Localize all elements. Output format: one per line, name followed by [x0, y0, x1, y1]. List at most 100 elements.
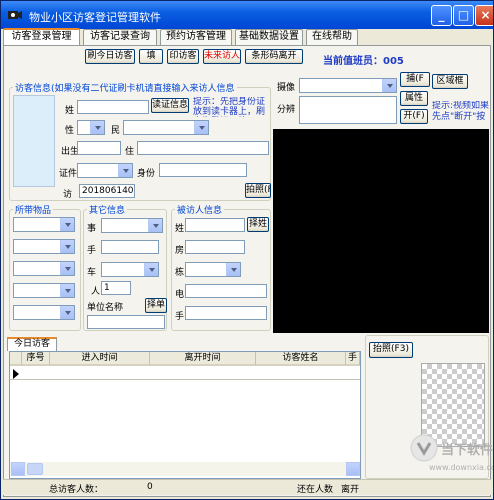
name-label: 姓 [65, 106, 75, 116]
present-count-label: 还在人数 [297, 485, 334, 495]
camera-preview [273, 129, 489, 333]
camera-device-label: 摄像 [277, 83, 296, 93]
grid-horizontal-scrollbar[interactable] [10, 462, 360, 476]
minimize-icon: _ [438, 8, 445, 22]
host-phone-input[interactable] [185, 284, 267, 298]
col-leave-time[interactable]: 离开时间 [150, 352, 256, 366]
host-mobile-input[interactable] [185, 306, 267, 320]
maximize-icon: □ [457, 8, 470, 22]
scroll-right-button[interactable] [346, 462, 360, 476]
photo-button[interactable]: 拍照(F [245, 183, 271, 198]
fill-button[interactable]: 填 [139, 49, 163, 64]
capture-button[interactable]: 捕(F [400, 72, 430, 87]
building-label: 栋 [175, 268, 185, 278]
main-tabs: 访客登录管理 访客记录查询 预约访客管理 基础数据设置 在线帮助 [3, 28, 493, 45]
room-label: 房 [175, 246, 185, 256]
tab-visitor-login[interactable]: 访客登录管理 [3, 28, 80, 45]
camera-device-select[interactable] [299, 78, 397, 93]
other-info-title: 其它信息 [87, 203, 128, 216]
visit-no-label: 访 [63, 190, 73, 200]
name-input[interactable] [77, 100, 149, 114]
visitor-phone-label: 手 [87, 246, 97, 256]
resolution-list[interactable] [299, 96, 397, 124]
camera-hint: 提示:视频如果 先点"断开"按 [432, 101, 490, 122]
barcode-leave-button[interactable]: 条形码离开 [245, 49, 303, 64]
watermark-logo [410, 434, 438, 462]
col-visitor-name[interactable]: 访客姓名 [256, 352, 346, 366]
watermark-url: www.downxia.com [429, 463, 493, 472]
belonging-select-4[interactable] [13, 283, 75, 298]
grid-corner [10, 352, 22, 366]
host-info-title: 被访人信息 [175, 203, 225, 216]
properties-button[interactable]: 属性 [400, 91, 428, 106]
count-input[interactable]: 1 [101, 281, 131, 295]
scroll-thumb[interactable] [27, 463, 43, 475]
snapshot-button[interactable]: 抬照(F3) [369, 342, 413, 358]
main-window: 物业小区访客登记管理软件 _ □ × 访客登录管理 访客记录查询 预约访客管理 … [0, 0, 494, 500]
select-org-button[interactable]: 择单 [145, 298, 167, 313]
leave-count-label: 离开 [341, 485, 360, 495]
cert-type-select[interactable] [77, 163, 133, 178]
col-seq[interactable]: 序号 [22, 352, 50, 366]
plate-label: 车 [87, 268, 97, 278]
room-input[interactable] [185, 240, 245, 254]
belongings-title: 所带物品 [13, 203, 54, 216]
tab-help[interactable]: 在线帮助 [306, 29, 358, 45]
camera-icon [8, 11, 22, 19]
area-frame-button[interactable]: 区域框 [432, 74, 468, 89]
not-arrived-button[interactable]: 未来访人 [203, 49, 241, 64]
col-mobile[interactable]: 手 [346, 352, 360, 366]
close-icon: × [480, 8, 491, 22]
maximize-button[interactable]: □ [453, 5, 474, 26]
visitor-photo [13, 95, 55, 187]
host-mobile-label: 手 [175, 312, 185, 322]
nation-select[interactable] [123, 120, 209, 135]
address-label: 住 [125, 147, 135, 157]
cert-label: 证件 [59, 169, 78, 179]
on-duty-label: 当前值班员：005 [323, 56, 404, 67]
id-card-hint: 提示：先把身份证放到读卡器上，刷卡为登记，第二 [193, 97, 266, 117]
resolution-label: 分辨 [277, 105, 296, 115]
belonging-select-1[interactable] [13, 217, 75, 232]
org-input[interactable] [87, 315, 165, 329]
belonging-select-3[interactable] [13, 261, 75, 276]
print-visitor-button[interactable]: 印访客 [167, 49, 199, 64]
read-id-button[interactable]: 读证信息 [151, 98, 189, 113]
visitor-phone-input[interactable] [101, 240, 159, 254]
title-bar: 物业小区访客登记管理软件 _ □ × [1, 1, 493, 29]
id-number-input[interactable] [159, 163, 247, 177]
open-camera-button[interactable]: 开(F) [400, 109, 428, 124]
host-name-input[interactable] [185, 218, 245, 232]
scroll-left-button[interactable] [11, 462, 25, 476]
close-button[interactable]: × [475, 5, 493, 26]
minimize-button[interactable]: _ [431, 5, 452, 26]
watermark-text: 当下软件园 [441, 443, 494, 458]
col-enter-time[interactable]: 进入时间 [50, 352, 150, 366]
window-title: 物业小区访客登记管理软件 [29, 11, 161, 24]
address-input[interactable] [137, 141, 269, 155]
refresh-today-button[interactable]: 刷今日访客 [85, 49, 135, 64]
gender-select[interactable] [77, 120, 105, 135]
belonging-select-2[interactable] [13, 239, 75, 254]
building-select[interactable] [185, 262, 241, 277]
reason-label: 事 [87, 224, 97, 234]
nation-label: 民 [111, 126, 121, 136]
tab-appointments[interactable]: 预约访客管理 [160, 29, 232, 45]
belonging-select-5[interactable] [13, 305, 75, 320]
table-row[interactable] [10, 367, 360, 380]
host-phone-label: 电 [175, 290, 185, 300]
select-host-button[interactable]: 择姓 [247, 217, 269, 232]
birth-input[interactable] [77, 141, 121, 155]
tab-base-data[interactable]: 基础数据设置 [235, 29, 303, 45]
reason-select[interactable] [101, 218, 163, 233]
tab-visitor-records[interactable]: 访客记录查询 [83, 29, 157, 45]
total-visitors-value: 0 [147, 482, 153, 492]
gender-label: 性 [65, 126, 75, 136]
id-number-label: 身份 [137, 169, 156, 179]
visit-no-input[interactable]: 2018061400 [79, 184, 135, 198]
count-label: 人 [91, 287, 101, 297]
host-name-label: 姓 [175, 224, 185, 234]
total-visitors-label: 总访客人数： [49, 485, 104, 495]
plate-select[interactable] [101, 262, 159, 277]
tab-today-visitors[interactable]: 今日访客 [7, 337, 57, 351]
